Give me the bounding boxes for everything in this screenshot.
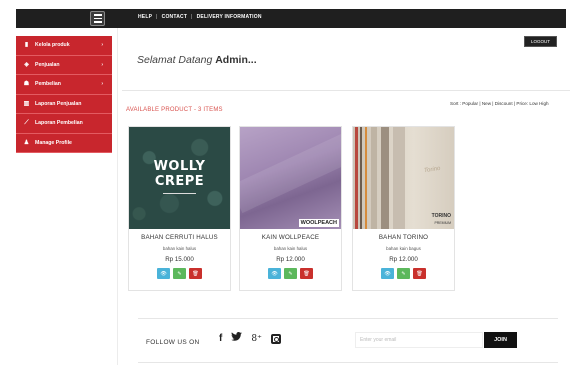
available-products-heading: AVAILABLE PRODUCT - 3 ITEMS [126,107,223,113]
welcome-username: Admin... [215,54,257,66]
trash-icon: 🗑 [303,270,310,277]
product-image: WOOLPEACH [240,127,341,229]
chevron-right-icon: › [101,61,103,68]
sidebar-item-label: Manage Profile [35,139,72,146]
user-icon: ♟ [23,139,30,146]
sidebar-item-penjualan[interactable]: ◈ Penjualan › [16,55,112,75]
logout-button[interactable]: LOGOUT [524,36,557,47]
sort-options[interactable]: Sort : Popular | New | Discount | Price:… [450,101,549,106]
delete-button[interactable]: 🗑 [413,268,426,279]
sidebar-item-laporan-pembelian[interactable]: ⟋ Laporan Pembelian [16,114,112,134]
product-name: BAHAN CERRUTI HALUS [141,234,218,241]
product-description: bahan kain halus [273,246,308,251]
instagram-icon[interactable] [270,333,281,344]
bar-chart-icon: ▥ [23,100,30,107]
sidebar-item-label: Laporan Penjualan [35,100,82,107]
product-actions: 👁 ✎ 🗑 [129,268,230,279]
users-icon: ☗ [23,81,30,88]
edit-button[interactable]: ✎ [284,268,297,279]
product-image: Torino TORINO PREMIUM [353,127,454,229]
delivery-information-link[interactable]: DELIVERY INFORMATION [197,14,262,20]
email-input[interactable] [355,332,483,348]
product-description: bahan kain halus [162,246,197,251]
top-navbar: HELP | CONTACT | DELIVERY INFORMATION [16,9,566,28]
follow-us-label: FOLLOW US ON [146,339,200,346]
view-button[interactable]: 👁 [381,268,394,279]
sidebar-item-manage-profile[interactable]: ♟ Manage Profile [16,133,112,153]
trash-icon: 🗑 [416,270,423,277]
product-card: Torino TORINO PREMIUM BAHAN TORINO bahan… [352,126,455,291]
page: HELP | CONTACT | DELIVERY INFORMATION ▮ … [0,0,582,365]
delete-button[interactable]: 🗑 [189,268,202,279]
social-links: f 8⁺ [219,332,281,345]
product-description: bahan kain bagus [386,246,421,251]
edit-icon: ✎ [177,270,182,277]
trash-icon: 🗑 [192,270,199,277]
eye-icon: 👁 [384,270,391,277]
hamburger-menu-button[interactable] [90,11,105,26]
hamburger-icon [93,14,102,16]
sidebar-item-label: Laporan Pembelian [35,120,83,127]
product-card: WOOLPEACH KAIN WOLLPEACE bahan kain halu… [239,126,342,291]
edit-button[interactable]: ✎ [397,268,410,279]
edit-button[interactable]: ✎ [173,268,186,279]
delete-button[interactable]: 🗑 [300,268,313,279]
line-chart-icon: ⟋ [24,120,29,127]
top-links: HELP | CONTACT | DELIVERY INFORMATION [138,14,262,20]
facebook-icon[interactable]: f [219,333,222,345]
edit-icon: ✎ [401,270,406,277]
eye-icon: 👁 [160,270,167,277]
join-button[interactable]: JOIN [484,332,517,348]
chevron-right-icon: › [101,81,103,87]
welcome-greeting: Selamat Datang [137,54,213,66]
googleplus-icon[interactable]: 8⁺ [251,333,261,345]
sidebar-item-label: Kelola produk [35,42,70,49]
tag-icon: ◈ [24,61,29,68]
chevron-right-icon: › [101,42,103,48]
view-button[interactable]: 👁 [268,268,281,279]
help-link[interactable]: HELP [138,14,152,20]
content-divider [117,28,118,365]
product-price: Rp 12.000 [389,256,418,263]
product-price: Rp 15.000 [165,256,194,263]
book-icon: ▮ [24,42,29,49]
product-name: BAHAN TORINO [378,234,429,241]
sidebar-item-label: Penjualan [35,61,60,68]
product-name: KAIN WOLLPEACE [261,234,320,241]
sidebar: ▮ Kelola produk › ◈ Penjualan › ☗ Pembel… [16,36,112,153]
contact-link[interactable]: CONTACT [162,14,187,20]
products-panel: AVAILABLE PRODUCT - 3 ITEMS Sort : Popul… [122,90,570,302]
eye-icon: 👁 [271,270,278,277]
edit-icon: ✎ [288,270,293,277]
sidebar-item-kelola-produk[interactable]: ▮ Kelola produk › [16,36,112,56]
product-image: WOLLY CREPE [129,127,230,229]
twitter-icon[interactable] [231,332,243,345]
view-button[interactable]: 👁 [157,268,170,279]
sidebar-item-laporan-penjualan[interactable]: ▥ Laporan Penjualan [16,94,112,114]
sidebar-item-label: Pembelian [35,81,61,88]
product-actions: 👁 ✎ 🗑 [240,268,341,279]
sidebar-item-pembelian[interactable]: ☗ Pembelian › [16,75,112,95]
footer-follow-bar: FOLLOW US ON f 8⁺ JOIN [138,318,558,363]
product-actions: 👁 ✎ 🗑 [353,268,454,279]
product-price: Rp 12.000 [276,256,305,263]
product-card: WOLLY CREPE BAHAN CERRUTI HALUS bahan ka… [128,126,231,291]
welcome-message: Selamat Datang Admin... [137,54,257,66]
